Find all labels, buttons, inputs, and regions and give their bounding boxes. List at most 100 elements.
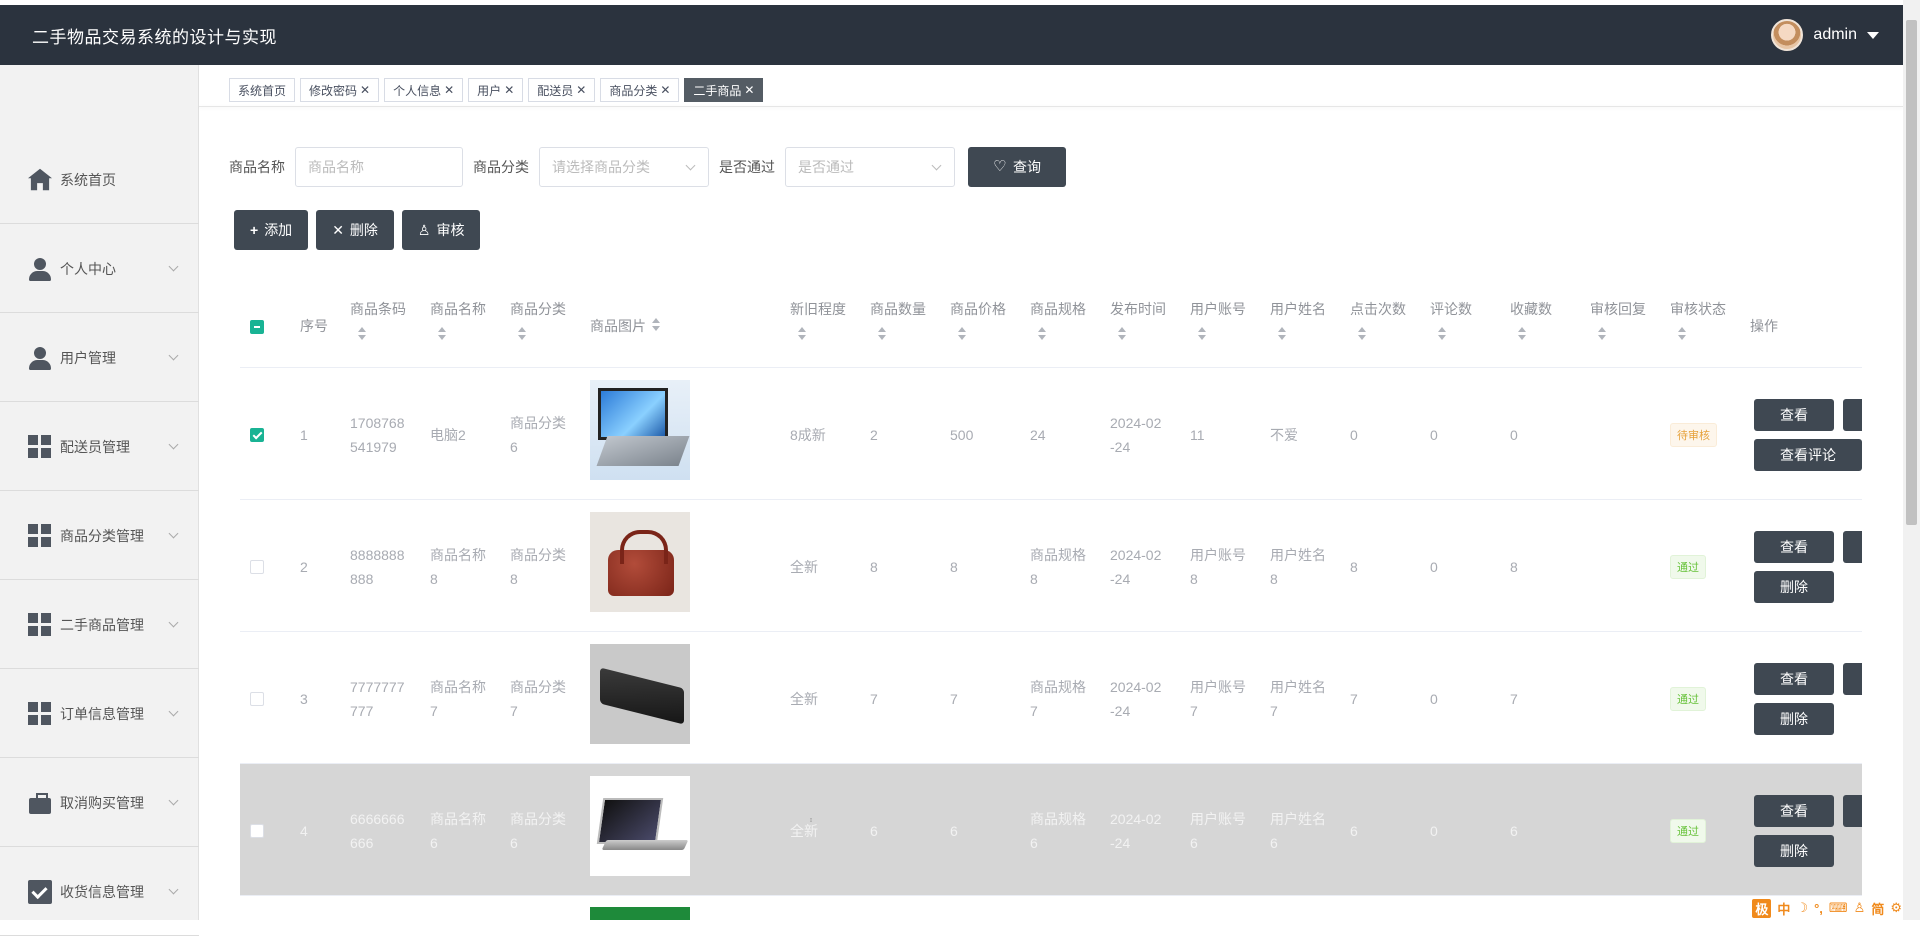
sidebar-item-goods-management[interactable]: 二手商品管理 xyxy=(0,581,199,669)
name-input[interactable]: 商品名称 xyxy=(295,147,463,187)
close-icon[interactable]: ✕ xyxy=(576,83,586,97)
ime-logo-icon[interactable]: 极 xyxy=(1752,899,1771,918)
tab-personal-info[interactable]: 个人信息✕ xyxy=(384,78,463,102)
sidebar-item-home[interactable]: 系统首页 xyxy=(0,136,199,224)
header-comments[interactable]: 评论数 xyxy=(1430,299,1472,341)
table-row[interactable]: 4 6666666666 商品名称6 商品分类6 全新 6 6 商品规格6 20… xyxy=(240,764,1862,896)
header-status[interactable]: 审核状态 xyxy=(1670,299,1726,341)
close-icon[interactable]: ✕ xyxy=(504,83,514,97)
query-button[interactable]: 查询 xyxy=(968,147,1066,187)
tab-category[interactable]: 商品分类✕ xyxy=(600,78,679,102)
ime-settings-icon[interactable]: ⚙ xyxy=(1890,900,1902,916)
ime-keyboard-icon[interactable]: ⌨ xyxy=(1829,900,1848,916)
goods-image[interactable] xyxy=(590,776,690,876)
header-category[interactable]: 商品分类 xyxy=(510,299,566,341)
sort-icon[interactable] xyxy=(1518,327,1528,341)
close-icon[interactable]: ✕ xyxy=(660,83,670,97)
more-button[interactable] xyxy=(1843,663,1862,695)
sidebar-item-category-management[interactable]: 商品分类管理 xyxy=(0,492,199,580)
goods-image[interactable] xyxy=(590,644,690,744)
view-button[interactable]: 查看 xyxy=(1754,795,1834,827)
row-checkbox[interactable] xyxy=(250,692,264,706)
ime-toolbar[interactable]: 极 中 ☽ °, ⌨ ♙ 简 ⚙ xyxy=(1752,898,1902,918)
goods-image[interactable] xyxy=(590,380,690,480)
sidebar-item-cancel-purchase[interactable]: 取消购买管理 xyxy=(0,759,199,847)
sidebar-item-receipt-management[interactable]: 收货信息管理 xyxy=(0,848,199,936)
table-row[interactable]: 1 1708768541979 电脑2 商品分类6 8成新 2 500 24 2… xyxy=(240,368,1862,500)
tab-second-hand-goods[interactable]: 二手商品✕ xyxy=(684,78,763,102)
header-publish-time[interactable]: 发布时间 xyxy=(1110,299,1166,341)
view-button[interactable]: 查看 xyxy=(1754,531,1834,563)
sort-icon[interactable] xyxy=(1598,327,1608,341)
view-comments-button[interactable]: 查看评论 xyxy=(1754,439,1862,471)
sort-icon[interactable] xyxy=(358,327,368,341)
ime-moon-icon[interactable]: ☽ xyxy=(1796,900,1808,916)
ime-chinese-icon[interactable]: 中 xyxy=(1777,899,1790,918)
sort-icon[interactable] xyxy=(798,327,808,341)
delete-row-button[interactable]: 删除 xyxy=(1754,703,1834,735)
header-clicks[interactable]: 点击次数 xyxy=(1350,299,1406,341)
select-all-checkbox[interactable] xyxy=(250,320,264,334)
ime-punct-icon[interactable]: °, xyxy=(1814,901,1823,916)
row-checkbox[interactable] xyxy=(250,428,264,442)
header-barcode[interactable]: 商品条码 xyxy=(350,299,406,341)
row-checkbox[interactable] xyxy=(250,824,264,838)
tab-user[interactable]: 用户✕ xyxy=(468,78,523,102)
add-button[interactable]: +添加 xyxy=(234,210,308,250)
user-menu[interactable]: admin xyxy=(1771,19,1879,51)
tab-home[interactable]: 系统首页 xyxy=(229,78,295,102)
sidebar-item-user-management[interactable]: 用户管理 xyxy=(0,314,199,402)
sort-icon[interactable] xyxy=(1198,327,1208,341)
header-username[interactable]: 用户姓名 xyxy=(1270,299,1326,341)
delete-button[interactable]: ✕删除 xyxy=(316,210,394,250)
sort-icon[interactable] xyxy=(518,327,528,341)
close-icon[interactable]: ✕ xyxy=(360,83,370,97)
avatar[interactable] xyxy=(1771,19,1803,51)
close-icon[interactable]: ✕ xyxy=(444,83,454,97)
goods-image[interactable] xyxy=(590,907,690,920)
sidebar-item-order-management[interactable]: 订单信息管理 xyxy=(0,670,199,758)
sort-icon[interactable] xyxy=(1278,327,1288,341)
caret-down-icon[interactable] xyxy=(1867,32,1879,39)
close-icon[interactable]: ✕ xyxy=(744,83,754,97)
header-price[interactable]: 商品价格 xyxy=(950,299,1006,341)
header-spec[interactable]: 商品规格 xyxy=(1030,299,1086,341)
goods-image[interactable] xyxy=(590,512,690,612)
sort-icon[interactable] xyxy=(1358,327,1368,341)
sort-icon[interactable] xyxy=(958,327,968,341)
header-favorites[interactable]: 收藏数 xyxy=(1510,299,1552,341)
user-name[interactable]: admin xyxy=(1813,26,1857,44)
ime-simplified-icon[interactable]: 简 xyxy=(1871,899,1884,918)
table-row[interactable]: 3 7777777777 商品名称7 商品分类7 全新 7 7 商品规格7 20… xyxy=(240,632,1862,764)
view-button[interactable]: 查看 xyxy=(1754,663,1834,695)
sort-icon[interactable] xyxy=(1678,327,1688,341)
header-account[interactable]: 用户账号 xyxy=(1190,299,1246,341)
sort-icon[interactable] xyxy=(1438,327,1448,341)
sidebar-item-personal-center[interactable]: 个人中心 xyxy=(0,225,199,313)
ime-user-icon[interactable]: ♙ xyxy=(1854,900,1866,916)
sidebar-item-courier-management[interactable]: 配送员管理 xyxy=(0,403,199,491)
sort-icon[interactable] xyxy=(878,327,888,341)
more-button[interactable] xyxy=(1843,795,1862,827)
sort-icon[interactable] xyxy=(652,318,662,332)
scrollbar-thumb[interactable] xyxy=(1906,20,1917,525)
view-button[interactable]: 查看 xyxy=(1754,399,1834,431)
header-reply[interactable]: 审核回复 xyxy=(1590,299,1646,341)
pass-select[interactable]: 是否通过 xyxy=(785,147,955,187)
more-button[interactable] xyxy=(1843,531,1862,563)
header-condition[interactable]: 新旧程度 xyxy=(790,299,846,341)
page-scrollbar[interactable] xyxy=(1903,0,1920,920)
sort-icon[interactable] xyxy=(1118,327,1128,341)
tab-courier[interactable]: 配送员✕ xyxy=(528,78,595,102)
delete-row-button[interactable]: 删除 xyxy=(1754,835,1834,867)
row-checkbox[interactable] xyxy=(250,560,264,574)
sort-icon[interactable] xyxy=(438,327,448,341)
delete-row-button[interactable]: 删除 xyxy=(1754,571,1834,603)
header-image[interactable]: 商品图片 xyxy=(590,316,662,336)
header-name[interactable]: 商品名称 xyxy=(430,299,486,341)
table-row[interactable]: 2 8888888888 商品名称8 商品分类8 全新 8 8 商品规格8 20… xyxy=(240,500,1862,632)
header-quantity[interactable]: 商品数量 xyxy=(870,299,926,341)
audit-button[interactable]: ♙审核 xyxy=(402,210,481,250)
sort-icon[interactable] xyxy=(1038,327,1048,341)
category-select[interactable]: 请选择商品分类 xyxy=(539,147,709,187)
